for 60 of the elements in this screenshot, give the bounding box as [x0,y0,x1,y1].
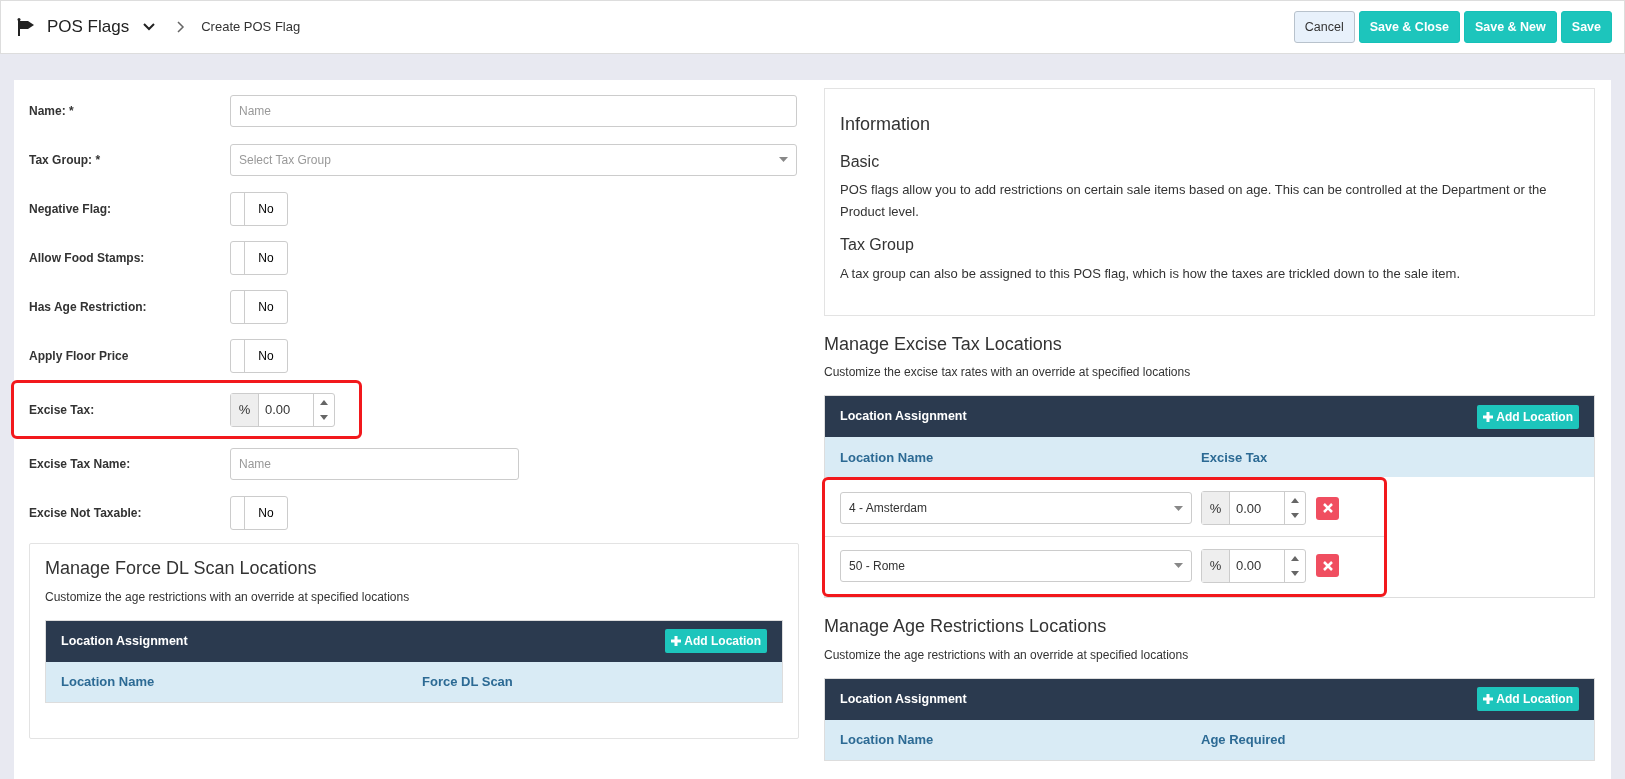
field-label: Has Age Restriction: [29,298,148,316]
toggle-switch[interactable]: No [230,240,288,275]
number-field[interactable]: % 0.00 [230,392,335,427]
breadcrumb-text: Create POS Flag [201,18,301,37]
column-header: Location Name [840,448,935,467]
toggle-switch[interactable]: No [230,495,288,530]
field-label: Excise Tax Name: [29,455,132,473]
info-title: Information [840,113,932,136]
toggle-switch[interactable]: No [230,191,288,226]
flag-icon [17,18,35,36]
field-label: Excise Not Taxable: [29,504,143,522]
close-icon [1322,503,1333,514]
section-subtitle: Customize the excise tax rates with an override at specified locations [824,364,1192,382]
caret-icon [779,157,788,162]
select-field[interactable]: 50 - Rome [840,549,1192,582]
table-title: Location Assignment [61,632,188,650]
column-header: Excise Tax [1201,448,1268,467]
table-title: Location Assignment [840,408,967,426]
number-field[interactable]: % 0.00 [1201,491,1306,526]
table-title: Location Assignment [840,690,967,708]
section-subtitle: Customize the age restrictions with an override at specified locations [45,588,411,606]
text-input[interactable]: Name [230,94,797,127]
spinner-arrows-icon [320,398,328,421]
page-title: POS Flags [47,16,130,39]
chevron-right-icon [177,21,186,33]
column-header: Location Name [840,731,935,750]
column-header: Force DL Scan [422,672,513,691]
field-label: Apply Floor Price [29,347,130,365]
column-header: Age Required [1201,731,1286,750]
text-input[interactable]: Name [230,447,519,480]
section-subtitle: Customize the age restrictions with an override at specified locations [824,646,1190,664]
section-title: Manage Age Restrictions Locations [824,616,1108,638]
info-text: A tax group can also be assigned to this POS flag, which is how the taxes are trickled down to the sale item. [840,264,1461,283]
remove-button[interactable] [1316,554,1339,578]
section-title: Manage Excise Tax Locations [824,333,1063,356]
remove-button[interactable] [1316,496,1339,520]
caret-icon [1174,505,1183,511]
info-text: POS flags allow you to add restrictions on certain sale items based on age. This can be controlled at the Department or the Product level. [840,181,1548,222]
column-header: Location Name [61,672,156,691]
info-heading: Basic [840,152,881,172]
section-title: Manage Force DL Scan Locations [45,558,318,580]
spinner-arrows-icon [1291,497,1299,520]
spinner-arrows-icon [1291,554,1299,577]
field-label: Excise Tax: [29,401,96,419]
toggle-switch[interactable]: No [230,289,288,324]
cancel-button[interactable]: Cancel [1293,11,1355,43]
chevron-down-icon [143,23,156,31]
plus-icon [671,636,682,647]
close-icon [1322,560,1333,571]
field-label: Tax Group: * [29,151,102,169]
select-field[interactable]: 4 - Amsterdam [840,492,1192,525]
caret-icon [1174,563,1183,569]
toggle-switch[interactable]: No [230,338,288,373]
field-label: Negative Flag: [29,200,113,218]
number-field[interactable]: % 0.00 [1201,548,1306,583]
field-label: Allow Food Stamps: [29,249,146,267]
field-label: Name: * [29,102,75,120]
plus-icon [1483,411,1494,422]
info-heading: Tax Group [840,235,915,255]
plus-icon [1483,694,1494,705]
